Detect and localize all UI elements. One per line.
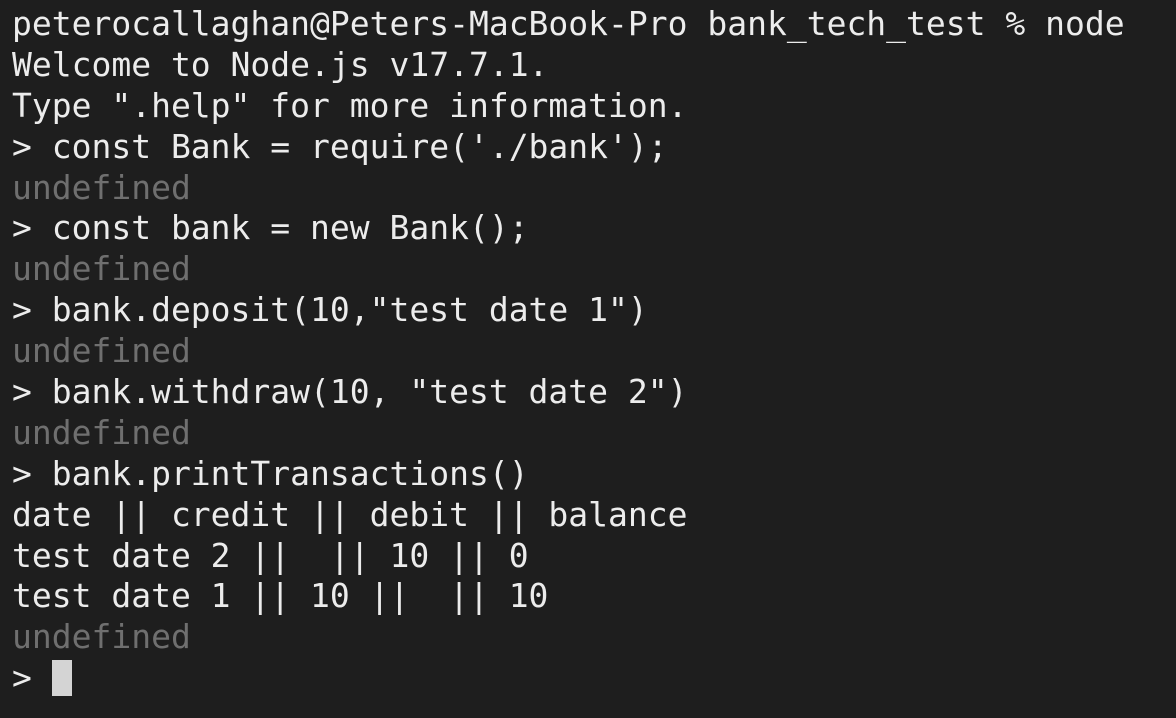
transactions-header-line: date || credit || debit || balance — [12, 494, 688, 534]
shell-prompt-line: peterocallaghan@Peters-MacBook-Pro bank_… — [12, 4, 1125, 43]
repl-result-line: undefined — [12, 249, 191, 289]
node-help-hint-line: Type ".help" for more information. — [12, 85, 688, 125]
transaction-row-line: test date 1 || 10 || || 10 — [12, 576, 549, 616]
repl-input-line: > bank.withdraw(10, "test date 2") — [12, 372, 688, 412]
repl-result-line: undefined — [12, 412, 191, 452]
repl-result-line: undefined — [12, 167, 191, 207]
terminal-window[interactable]: peterocallaghan@Peters-MacBook-Pro bank_… — [0, 0, 1176, 718]
repl-input-line: > bank.deposit(10,"test date 1") — [12, 290, 648, 330]
text-cursor — [51, 659, 72, 696]
prompt-symbol: > — [12, 658, 52, 698]
repl-input-line: > const Bank = require('./bank'); — [12, 126, 668, 166]
repl-result-line: undefined — [12, 331, 191, 371]
repl-input-line: > const bank = new Bank(); — [12, 208, 529, 248]
active-prompt-line[interactable]: > — [12, 658, 1176, 699]
node-welcome-line: Welcome to Node.js v17.7.1. — [12, 44, 549, 84]
repl-input-line: > bank.printTransactions() — [12, 453, 529, 493]
transaction-row-line: test date 2 || || 10 || 0 — [12, 535, 529, 575]
repl-result-line: undefined — [12, 617, 191, 657]
